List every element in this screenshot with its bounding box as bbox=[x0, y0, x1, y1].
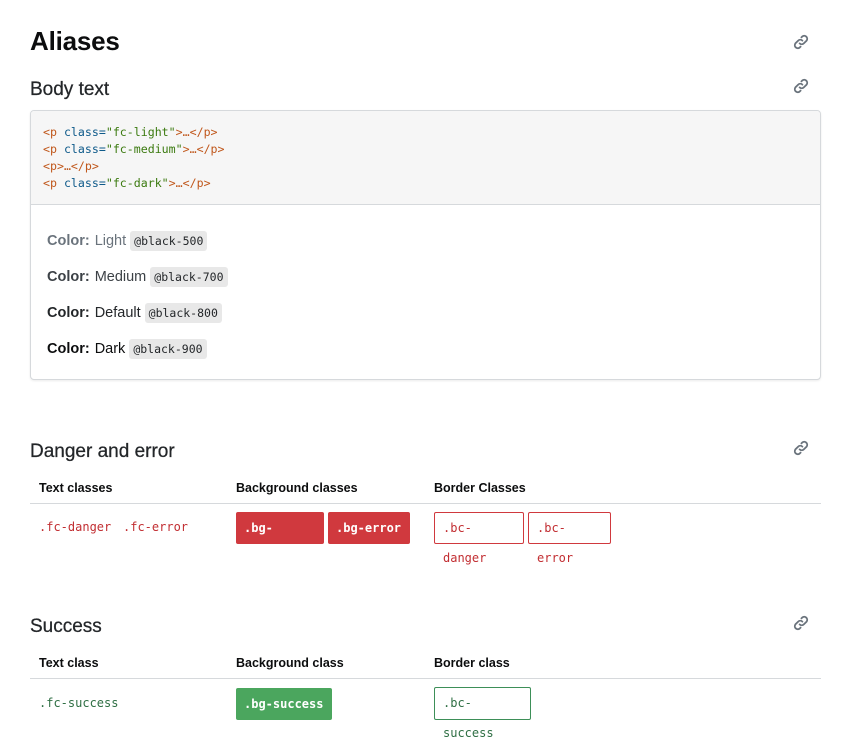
code-line: <p class="fc-medium">…</p> bbox=[43, 142, 225, 156]
column-header: Border Classes bbox=[434, 481, 526, 495]
bg-error-sample: .bg-error bbox=[328, 512, 410, 544]
link-icon[interactable] bbox=[792, 33, 810, 51]
demo-area: Color: Light @black-500 Color: Medium @black… bbox=[31, 205, 820, 379]
bc-success-sample: .bc-success bbox=[434, 687, 531, 740]
link-icon[interactable] bbox=[792, 614, 810, 632]
code-line: <p class="fc-light">…</p> bbox=[43, 125, 218, 139]
code-line: <p>…</p> bbox=[43, 159, 99, 173]
link-icon[interactable] bbox=[792, 77, 810, 95]
page-title: Aliases bbox=[30, 26, 120, 56]
bc-danger-sample: .bc-danger bbox=[434, 512, 524, 565]
variable-chip: @black-500 bbox=[130, 231, 208, 251]
section-heading-success: Success bbox=[30, 616, 102, 637]
bc-error-sample: .bc-error bbox=[528, 512, 611, 565]
example-medium: Color: Medium @black-700 bbox=[47, 259, 804, 295]
column-header: Border class bbox=[434, 656, 510, 670]
variable-chip: @black-900 bbox=[129, 339, 207, 359]
example-card: <p class="fc-light">…</p> <p class="fc-me… bbox=[30, 110, 821, 380]
section-heading-body-text: Body text bbox=[30, 79, 110, 100]
column-header: Background classes bbox=[236, 481, 358, 495]
section-heading-danger: Danger and error bbox=[30, 441, 175, 462]
example-dark: Color: Dark @black-900 bbox=[47, 331, 804, 367]
example-default: Color: Default @black-800 bbox=[47, 295, 804, 331]
example-light: Color: Light @black-500 bbox=[47, 223, 804, 259]
column-header: Text class bbox=[39, 656, 99, 670]
column-header: Text classes bbox=[39, 481, 113, 495]
link-icon[interactable] bbox=[792, 439, 810, 457]
bg-success-sample: .bg-success bbox=[236, 688, 332, 720]
divider bbox=[30, 678, 821, 679]
column-header: Background class bbox=[236, 656, 344, 670]
variable-chip: @black-800 bbox=[144, 303, 222, 323]
fc-danger-sample: .fc-danger bbox=[39, 520, 112, 534]
variable-chip: @black-700 bbox=[150, 267, 228, 287]
fc-error-sample: .fc-error bbox=[123, 520, 189, 534]
bg-danger-sample: .bg-danger bbox=[236, 512, 324, 567]
code-block: <p class="fc-light">…</p> <p class="fc-me… bbox=[31, 111, 820, 205]
fc-success-sample: .fc-success bbox=[39, 696, 119, 710]
code-line: <p class="fc-dark">…</p> bbox=[43, 176, 211, 190]
divider bbox=[30, 503, 821, 504]
